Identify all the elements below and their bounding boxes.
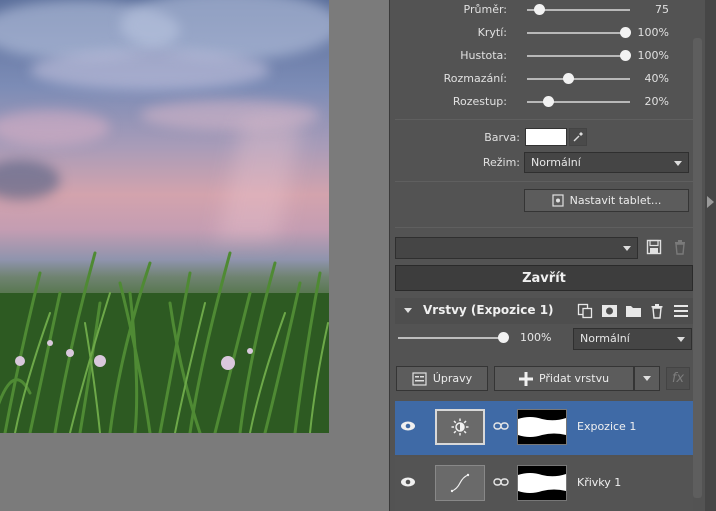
layer-opacity-track[interactable] [398,337,504,339]
color-swatch[interactable] [525,128,567,146]
save-icon [646,239,662,255]
layer-opacity-value: 100% [520,331,552,344]
preset-select[interactable] [395,237,638,259]
collapse-arrow-icon[interactable] [707,196,714,208]
tablet-settings-button[interactable]: Nastavit tablet... [524,189,689,212]
slider-label: Hustota: [460,49,507,62]
layers-title: Vrstvy (Expozice 1) [423,303,554,317]
close-button[interactable]: Zavřít [395,265,693,291]
slider-value: 75 [655,3,669,16]
group-layers-button[interactable] [624,302,642,320]
chevron-down-icon [674,161,682,166]
duplicate-layer-button[interactable] [576,302,594,320]
slider-label: Rozestup: [452,95,507,108]
plus-icon [518,371,533,386]
slider-track[interactable] [527,78,630,80]
eye-icon[interactable] [400,476,416,491]
layers-header: Vrstvy (Expozice 1) [395,298,693,324]
delete-layer-button[interactable] [648,302,666,320]
eye-icon[interactable] [400,420,416,435]
slider-value: 100% [637,49,669,62]
scrollbar-thumb[interactable] [693,38,702,498]
adjustments-button[interactable]: Úpravy [396,366,488,391]
exposure-icon[interactable] [435,409,485,445]
slider-label: Rozmazání: [443,72,507,85]
slider-blur[interactable]: Rozmazání: 40% [389,69,689,89]
tablet-icon [551,194,564,207]
menu-icon [674,305,688,317]
fx-label: fx [671,371,685,386]
trash-icon [675,240,685,255]
color-label: Barva: [484,131,520,144]
divider [395,181,693,182]
add-layer-label: Přidat vrstvu [538,372,610,385]
trash-icon [651,304,663,319]
chevron-down-icon [677,337,685,342]
blend-mode-value: Normální [531,156,581,169]
add-mask-button[interactable] [600,302,618,320]
layer-opacity-thumb[interactable] [498,332,509,343]
link-icon[interactable] [493,477,509,490]
tablet-settings-label: Nastavit tablet... [569,194,662,207]
slider-opacity[interactable]: Krytí: 100% [389,23,689,43]
divider [395,119,693,120]
divider [395,227,693,228]
delete-preset-button[interactable] [672,239,690,257]
collapse-triangle-icon[interactable] [404,308,412,313]
layer-row[interactable]: Expozice 1 [395,401,693,455]
layers-menu-button[interactable] [672,302,690,320]
slider-value: 100% [637,26,669,39]
link-icon[interactable] [493,421,509,434]
slider-track[interactable] [527,32,630,34]
canvas-area[interactable] [0,0,388,511]
adjustments-label: Úpravy [432,372,473,385]
photo-preview[interactable] [0,0,329,433]
slider-track[interactable] [527,55,630,57]
layer-row[interactable]: Křivky 1 [395,457,693,511]
slider-diameter[interactable]: Průměr: 75 [389,0,689,20]
mode-label: Režim: [482,156,520,169]
panel-scrollbar[interactable] [705,0,716,511]
layer-blend-value: Normální [580,332,630,345]
chevron-down-icon [623,246,631,251]
grass-image [0,251,329,433]
slider-value: 20% [644,95,669,108]
layer-mask-thumbnail[interactable] [517,465,567,501]
add-layer-dropdown[interactable] [634,366,660,391]
adjustments-icon [412,371,427,386]
eyedropper-button[interactable] [569,128,587,146]
save-preset-button[interactable] [646,239,664,257]
layer-name: Křivky 1 [577,476,622,489]
mask-icon [601,305,617,317]
slider-label: Krytí: [477,26,507,39]
duplicate-icon [577,303,593,319]
curves-icon[interactable] [435,465,485,501]
slider-thumb[interactable] [542,96,554,107]
folder-icon [625,306,641,317]
close-button-label: Zavřít [522,270,566,286]
layer-mask-thumbnail[interactable] [517,409,567,445]
layer-name: Expozice 1 [577,420,637,433]
slider-spacing[interactable]: Rozestup: 20% [389,92,689,112]
slider-value: 40% [644,72,669,85]
eyedropper-icon [573,132,583,142]
slider-label: Průměr: [463,3,507,16]
slider-thumb[interactable] [534,4,546,15]
fx-button[interactable]: fx [666,367,690,390]
layer-blend-select[interactable]: Normální [573,328,692,350]
chevron-down-icon [643,376,651,381]
blend-mode-select[interactable]: Normální [524,152,689,173]
add-layer-button[interactable]: Přidat vrstvu [494,366,634,391]
slider-thumb[interactable] [563,73,575,84]
slider-density[interactable]: Hustota: 100% [389,46,689,66]
